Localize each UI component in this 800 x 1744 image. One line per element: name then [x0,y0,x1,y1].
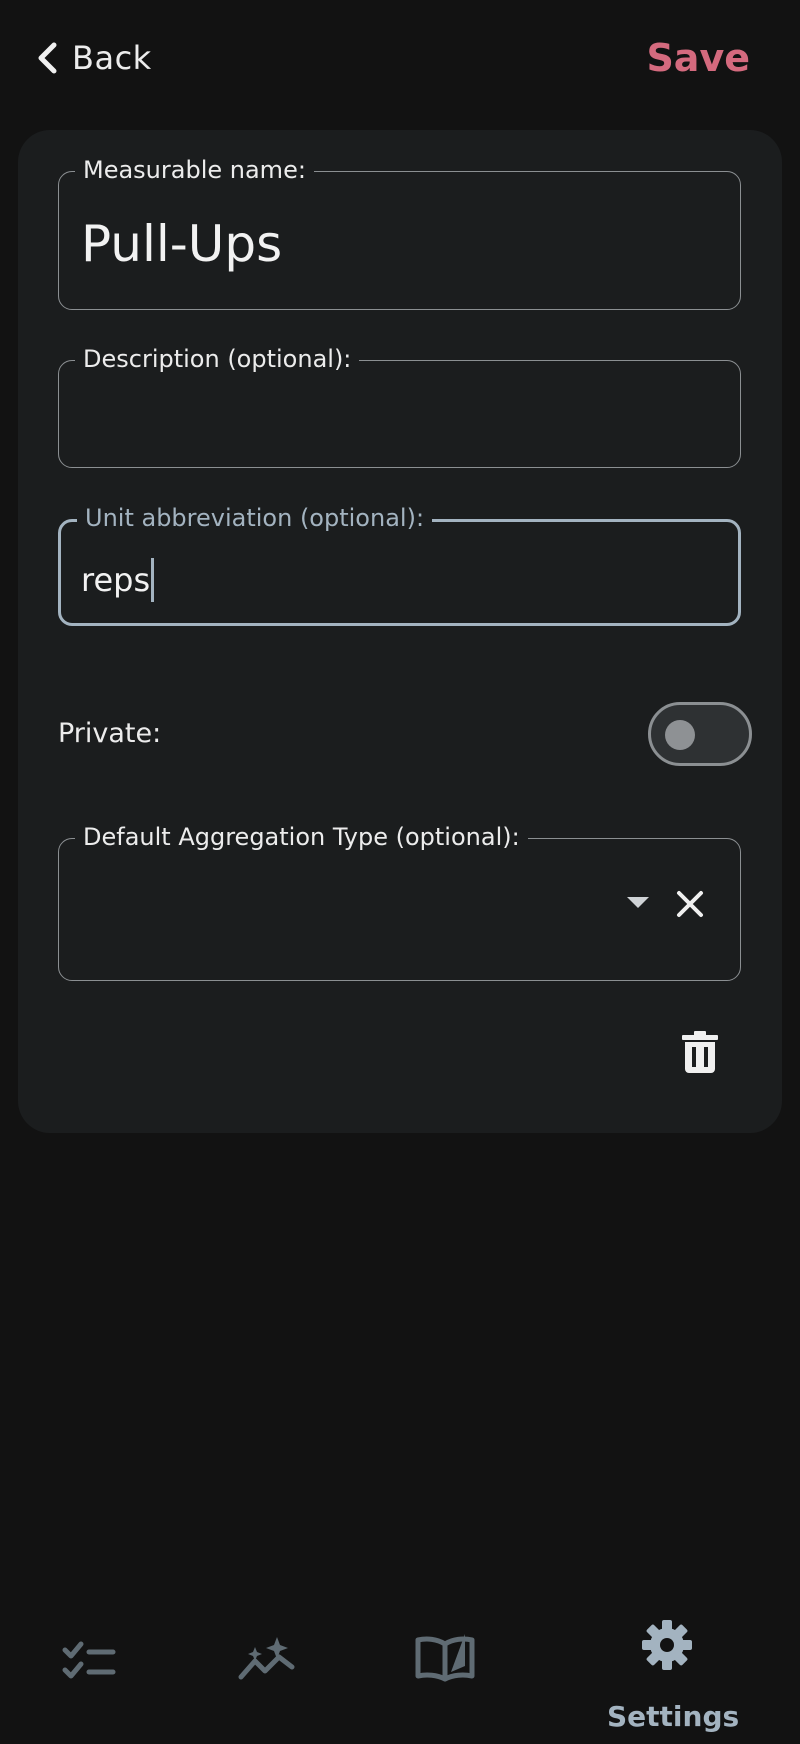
book-icon [415,1634,475,1682]
back-label: Back [72,39,152,77]
dropdown-arrow-icon[interactable] [627,897,649,908]
private-label: Private: [58,718,162,749]
nav-item-tasks[interactable] [62,1640,116,1682]
toggle-knob [665,720,695,750]
description-field[interactable]: Description (optional): [58,344,741,468]
checklist-icon [62,1641,116,1679]
unit-abbreviation-value-wrap: reps [81,558,155,602]
private-row: Private: [58,700,758,770]
nav-item-settings[interactable] [640,1618,694,1672]
aggregation-type-select[interactable]: Default Aggregation Type (optional): [58,822,741,981]
bottom-navigation: Settings [0,1600,800,1744]
save-button[interactable]: Save [646,30,750,86]
nav-settings-label: Settings [607,1700,740,1733]
private-toggle[interactable] [648,702,752,766]
unit-abbreviation-label: Unit abbreviation (optional): [77,503,433,533]
back-button[interactable]: Back [34,32,152,84]
text-cursor [151,558,155,602]
close-icon[interactable] [675,889,705,919]
description-label: Description (optional): [75,344,360,374]
unit-abbreviation-field[interactable]: Unit abbreviation (optional): reps [58,503,741,626]
measurable-name-field[interactable]: Measurable name: Pull-Ups [58,155,741,310]
nav-item-journal[interactable] [415,1632,475,1682]
trend-sparkle-icon [238,1637,295,1680]
chevron-left-icon [38,42,57,74]
app-root: Back Save Measurable name: Pull-Ups Desc… [0,0,800,1744]
measurable-name-label: Measurable name: [75,155,314,185]
gear-icon [642,1620,692,1670]
unit-abbreviation-value: reps [81,561,151,599]
trash-icon[interactable] [680,1030,720,1074]
aggregation-type-label: Default Aggregation Type (optional): [75,822,528,852]
measurable-name-value: Pull-Ups [81,215,283,273]
measurable-form-card: Measurable name: Pull-Ups Description (o… [18,130,782,1133]
nav-item-insights[interactable] [237,1635,297,1685]
top-bar: Back Save [0,0,800,115]
